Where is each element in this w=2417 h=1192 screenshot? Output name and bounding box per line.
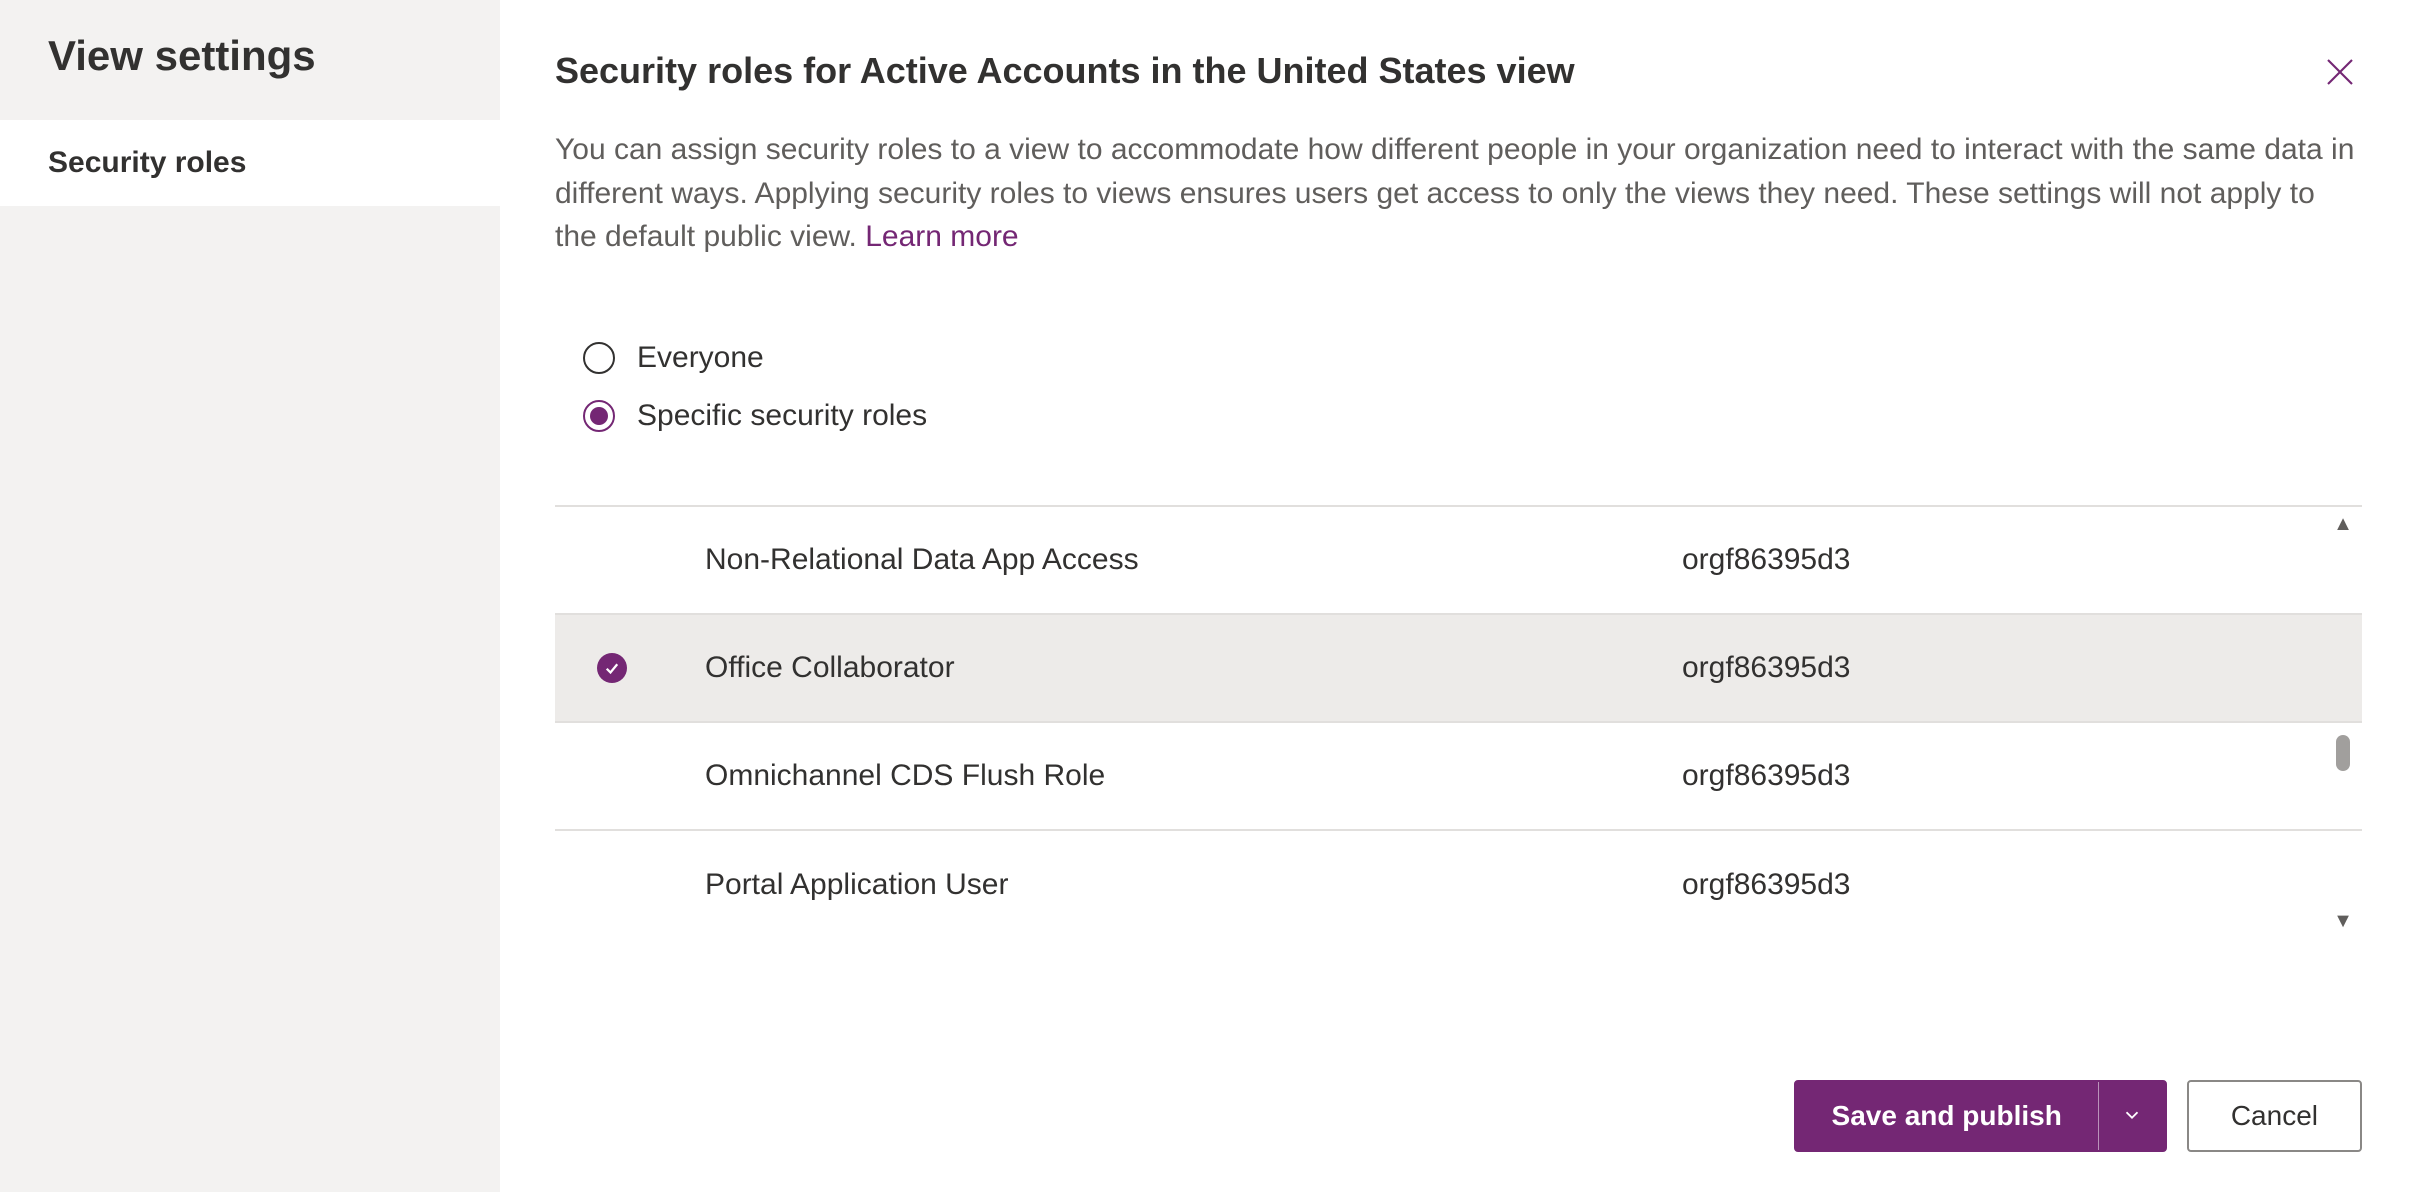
role-org: orgf86395d3 — [1682, 868, 2362, 902]
footer-actions: Save and publish Cancel — [555, 1020, 2362, 1152]
close-icon — [2322, 77, 2358, 94]
role-org: orgf86395d3 — [1682, 543, 2362, 577]
radio-specific-security-roles[interactable]: Specific security roles — [583, 387, 2362, 445]
sidebar-title: View settings — [0, 0, 500, 120]
radio-dot-icon — [590, 407, 608, 425]
role-name: Omnichannel CDS Flush Role — [705, 759, 1682, 793]
radio-everyone[interactable]: Everyone — [583, 329, 2362, 387]
scroll-thumb[interactable] — [2336, 735, 2350, 771]
role-org: orgf86395d3 — [1682, 651, 2362, 685]
roles-table: Non-Relational Data App Access orgf86395… — [555, 505, 2362, 939]
sidebar-item-security-roles[interactable]: Security roles — [0, 120, 500, 208]
close-button[interactable] — [2318, 50, 2362, 99]
checkmark-icon — [597, 653, 627, 683]
description-body: You can assign security roles to a view … — [555, 133, 2354, 253]
radio-label: Everyone — [637, 341, 764, 375]
save-publish-button[interactable]: Save and publish — [1796, 1082, 2098, 1150]
learn-more-link[interactable]: Learn more — [865, 220, 1018, 253]
scroll-up-icon[interactable]: ▲ — [2333, 513, 2353, 536]
table-row[interactable]: Omnichannel CDS Flush Role orgf86395d3 — [555, 723, 2362, 831]
save-publish-dropdown-button[interactable] — [2098, 1082, 2165, 1150]
role-name: Office Collaborator — [705, 651, 1682, 685]
sidebar-item-label: Security roles — [48, 146, 246, 179]
radio-icon — [583, 342, 615, 374]
description-text: You can assign security roles to a view … — [555, 128, 2362, 329]
table-row[interactable]: Non-Relational Data App Access orgf86395… — [555, 507, 2362, 615]
role-org: orgf86395d3 — [1682, 759, 2362, 793]
radio-label: Specific security roles — [637, 399, 927, 433]
role-name: Portal Application User — [705, 868, 1682, 902]
chevron-down-icon — [2121, 1104, 2143, 1129]
role-name: Non-Relational Data App Access — [705, 543, 1682, 577]
row-check-cell[interactable] — [555, 653, 705, 683]
save-publish-split-button: Save and publish — [1794, 1080, 2167, 1152]
cancel-button[interactable]: Cancel — [2187, 1080, 2362, 1152]
radio-icon-selected — [583, 400, 615, 432]
scrollbar[interactable]: ▲ ▼ — [2330, 507, 2356, 939]
table-row[interactable]: Office Collaborator orgf86395d3 — [555, 615, 2362, 723]
page-title: Security roles for Active Accounts in th… — [555, 50, 1575, 128]
table-row[interactable]: Portal Application User orgf86395d3 — [555, 831, 2362, 939]
main-panel: Security roles for Active Accounts in th… — [500, 0, 2417, 1192]
scroll-down-icon[interactable]: ▼ — [2333, 910, 2353, 933]
sidebar: View settings Security roles — [0, 0, 500, 1192]
scope-radio-group: Everyone Specific security roles — [555, 329, 2362, 505]
